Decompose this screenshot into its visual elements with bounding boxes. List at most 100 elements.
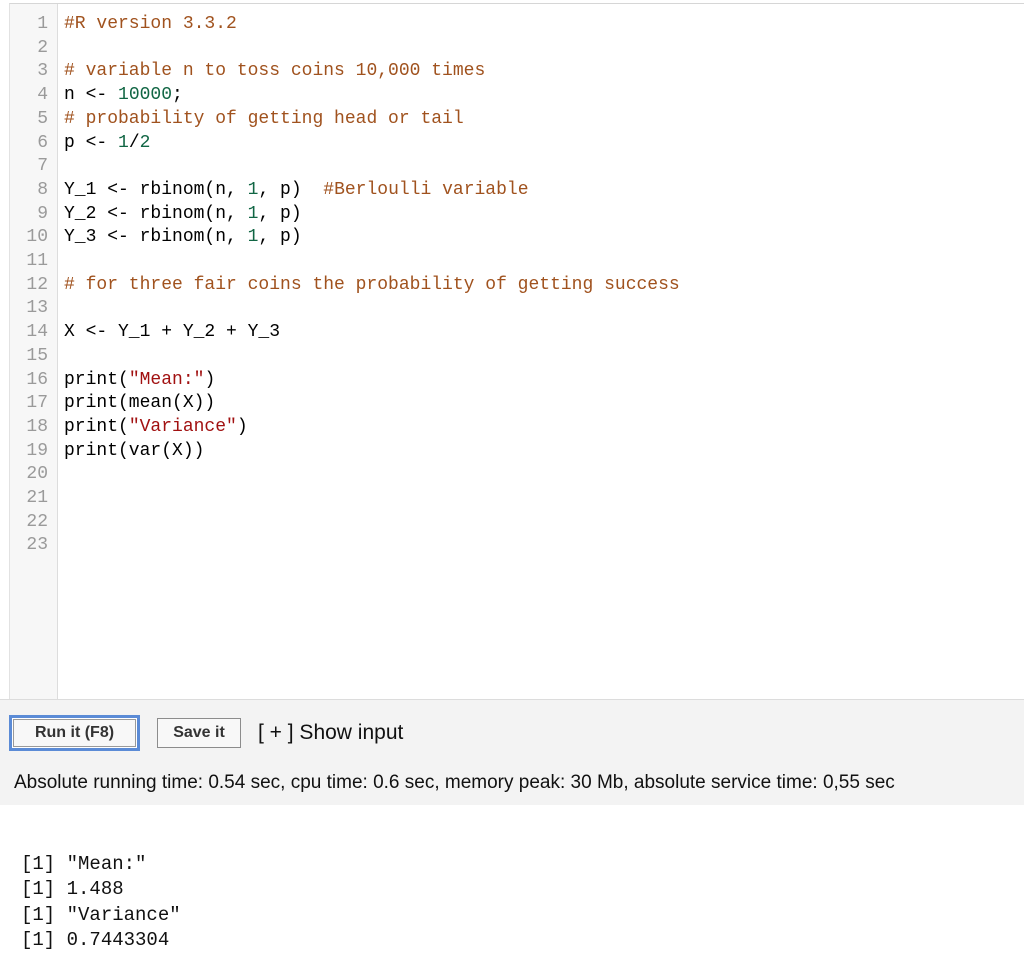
code-token: 1	[118, 132, 129, 153]
code-token: print(var(X))	[64, 440, 205, 461]
code-line[interactable]: 7	[10, 154, 1010, 178]
code-line[interactable]: 14 X <- Y_1 + Y_2 + Y_3	[10, 320, 1010, 344]
code-token: # for three fair coins the probability o…	[64, 274, 680, 295]
code-text[interactable]: #R version 3.3.2	[64, 12, 237, 36]
code-token: 10000	[118, 85, 173, 106]
code-token: n <-	[64, 85, 119, 106]
line-number: 17	[26, 393, 48, 414]
code-token: 1	[247, 227, 259, 248]
output-line: [1] 0.7443304	[21, 928, 170, 951]
code-line[interactable]: 8 Y_1 <- rbinom(n, 1, p) #Berloulli varia…	[10, 178, 1010, 202]
code-token: )	[204, 369, 216, 390]
output-line: [1] 1.488	[21, 878, 124, 901]
code-line[interactable]: 5 # probability of getting head or tail	[10, 107, 1010, 131]
code-line[interactable]: 16 print("Mean:")	[10, 368, 1010, 392]
code-token: # variable n to toss coins 10,000 times	[64, 61, 486, 82]
code-token: 2	[139, 132, 151, 153]
code-token: ;	[172, 85, 183, 106]
line-number: 10	[26, 227, 48, 248]
output-line: [1] "Mean:"	[21, 853, 147, 875]
code-line[interactable]: 1 #R version 3.3.2	[10, 12, 1010, 36]
code-line[interactable]: 20	[10, 462, 1010, 486]
code-token: 1	[247, 203, 259, 224]
code-line[interactable]: 21	[10, 486, 1010, 510]
line-number: 22	[26, 511, 48, 532]
save-button[interactable]: Save it	[157, 718, 241, 748]
code-line[interactable]: 13	[10, 296, 1010, 320]
code-text[interactable]: # variable n to toss coins 10,000 times	[64, 59, 485, 83]
code-text[interactable]: Y_1 <- rbinom(n, 1, p) #Berloulli variab…	[64, 178, 529, 202]
run-toolbar: Run it (F8) Save it [ + ] Show input Abs…	[0, 699, 1024, 806]
code-token: Y_1 <- rbinom(n,	[64, 179, 248, 200]
line-number: 8	[37, 179, 48, 200]
code-editor[interactable]: 1 #R version 3.3.2 2 3 # variable n to toss …	[9, 3, 1024, 699]
line-number: 11	[26, 251, 48, 271]
code-line[interactable]: 2	[10, 36, 1010, 60]
output-line: [1] "Variance"	[21, 903, 181, 926]
code-token: )	[236, 416, 248, 437]
line-number: 3	[37, 61, 48, 82]
code-token: #Berloulli variable	[323, 179, 529, 200]
code-line[interactable]: 12 # for three fair coins the probability…	[10, 273, 1010, 297]
code-token: Y_2 <- rbinom(n,	[64, 203, 248, 224]
code-token: 1	[247, 179, 259, 200]
code-text[interactable]: print("Variance")	[64, 415, 248, 439]
line-number: 18	[26, 416, 48, 437]
code-line[interactable]: 17 print(mean(X))	[10, 391, 1010, 415]
line-number: 7	[37, 156, 48, 177]
code-token: #R version 3.3.2	[64, 14, 237, 34]
line-number: 6	[37, 132, 48, 153]
code-line[interactable]: 23	[10, 533, 1010, 557]
line-number: 21	[26, 488, 48, 508]
code-text[interactable]: p <- 1/2	[64, 131, 150, 155]
line-number: 20	[26, 464, 48, 485]
code-token: "Mean:"	[128, 369, 205, 390]
code-text[interactable]: X <- Y_1 + Y_2 + Y_3	[64, 320, 280, 344]
show-input-toggle[interactable]: [ + ] Show input	[258, 721, 403, 745]
execution-stats: Absolute running time: 0.54 sec, cpu tim…	[14, 772, 895, 793]
code-text[interactable]: n <- 10000;	[64, 83, 183, 107]
line-number: 14	[26, 322, 48, 343]
line-number: 23	[26, 535, 48, 556]
code-line[interactable]: 4 n <- 10000;	[10, 83, 1010, 107]
code-token: print(	[64, 369, 129, 390]
code-text[interactable]: Y_3 <- rbinom(n, 1, p)	[64, 225, 302, 249]
run-button[interactable]: Run it (F8)	[9, 715, 140, 751]
code-token: p <-	[64, 132, 119, 153]
line-number: 4	[37, 85, 48, 106]
code-token: , p)	[258, 227, 302, 248]
line-number: 1	[37, 14, 48, 34]
code-line[interactable]: 19 print(var(X))	[10, 439, 1010, 463]
line-number: 12	[26, 274, 48, 295]
code-token: /	[128, 132, 140, 153]
code-line[interactable]: 10 Y_3 <- rbinom(n, 1, p)	[10, 225, 1010, 249]
code-line[interactable]: 15	[10, 344, 1010, 368]
code-text[interactable]: print(var(X))	[64, 439, 204, 463]
code-line[interactable]: 11	[10, 249, 1010, 273]
code-line[interactable]: 9 Y_2 <- rbinom(n, 1, p)	[10, 202, 1010, 226]
code-token: , p)	[258, 203, 302, 224]
output-panel: [1] "Mean:" [1] 1.488 [1] "Variance" [1] 0.…	[0, 805, 1024, 966]
code-token: print(mean(X))	[64, 393, 216, 414]
code-token: # probability of getting head or tail	[64, 108, 464, 129]
line-number: 5	[37, 108, 48, 129]
code-line[interactable]: 6 p <- 1/2	[10, 131, 1010, 155]
code-text[interactable]: print(mean(X))	[64, 391, 215, 415]
code-token: , p)	[258, 179, 324, 200]
line-number: 9	[37, 203, 48, 224]
code-line[interactable]: 22	[10, 510, 1010, 534]
code-token: Y_3 <- rbinom(n,	[64, 227, 248, 248]
code-text[interactable]: Y_2 <- rbinom(n, 1, p)	[64, 202, 302, 226]
code-token: "Variance"	[128, 416, 237, 437]
line-number: 13	[26, 298, 48, 319]
code-text[interactable]: # probability of getting head or tail	[64, 107, 464, 131]
code-line[interactable]: 18 print("Variance")	[10, 415, 1010, 439]
line-number: 15	[26, 345, 48, 366]
code-text[interactable]: # for three fair coins the probability o…	[64, 273, 680, 297]
code-text[interactable]: print("Mean:")	[64, 368, 215, 392]
code-token: X <- Y_1 + Y_2 + Y_3	[64, 322, 281, 343]
code-line[interactable]: 3 # variable n to toss coins 10,000 times	[10, 59, 1010, 83]
line-number: 2	[37, 37, 48, 58]
line-number: 19	[26, 440, 48, 461]
line-number: 16	[26, 369, 48, 390]
